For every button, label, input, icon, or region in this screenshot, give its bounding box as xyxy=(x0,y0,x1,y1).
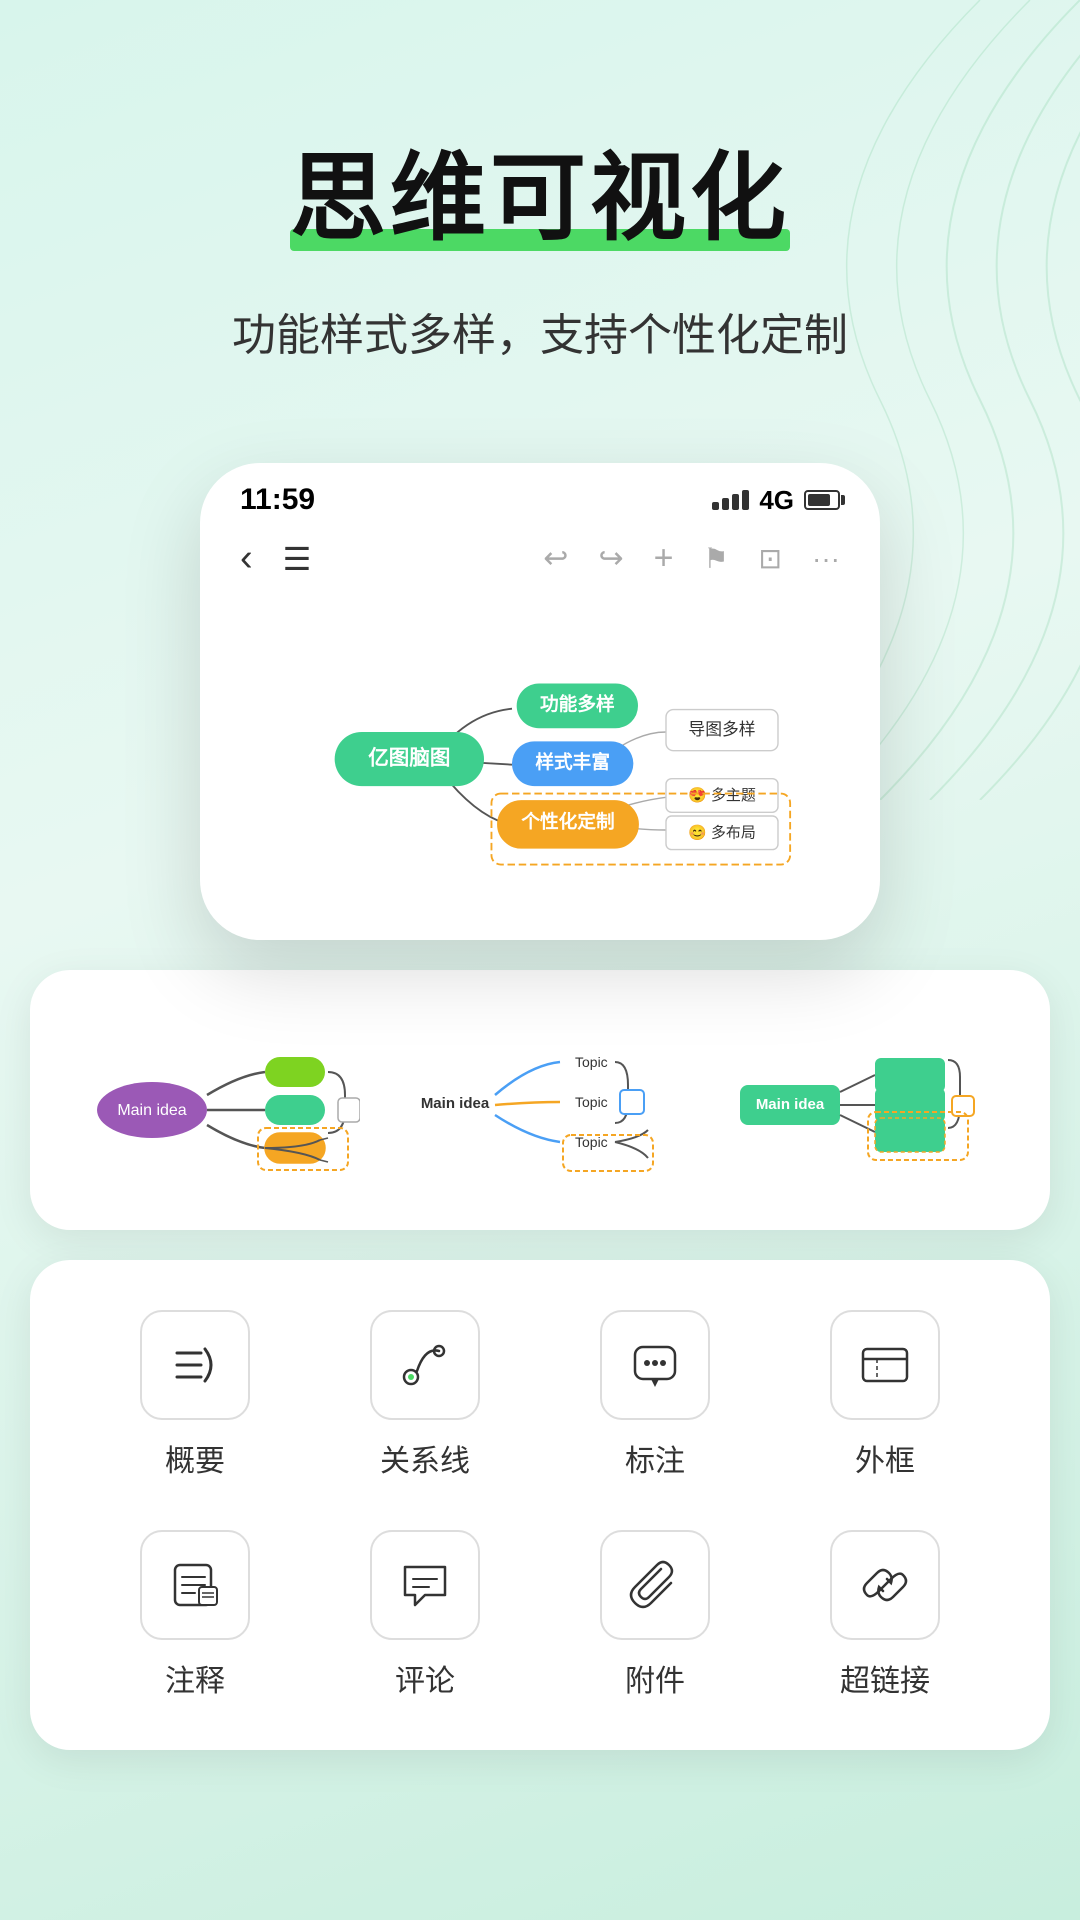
svg-text:功能多样: 功能多样 xyxy=(540,694,615,715)
status-bar: 11:59 4G xyxy=(200,463,880,527)
network-type: 4G xyxy=(759,485,794,516)
relation-label: 关系线 xyxy=(380,1436,470,1480)
feature-relation: 关系线 xyxy=(320,1310,530,1480)
hero-subtitle: 功能样式多样，支持个性化定制 xyxy=(60,299,1020,363)
feature-frame: 外框 xyxy=(780,1310,990,1480)
add-icon[interactable]: + xyxy=(654,539,674,578)
hero-section: 思维可视化 功能样式多样，支持个性化定制 xyxy=(0,0,1080,423)
template-item-1: Main idea xyxy=(70,1020,370,1180)
feature-summary: 概要 xyxy=(90,1310,300,1480)
status-right: 4G xyxy=(712,485,840,516)
templates-section: Main idea xyxy=(30,970,1050,1230)
back-button[interactable]: ‹ xyxy=(240,537,253,580)
mark-icon-box xyxy=(600,1310,710,1420)
tag-icon[interactable]: ⚑ xyxy=(703,542,728,575)
note-icon-box xyxy=(140,1530,250,1640)
menu-icon[interactable]: ☰ xyxy=(283,540,312,578)
phone-mockup: 11:59 4G ‹ ☰ ↩ ↪ + ⚑ ⊡ xyxy=(200,463,880,940)
hero-title: 思维可视化 xyxy=(290,120,790,259)
svg-text:Topic: Topic xyxy=(575,1094,608,1110)
svg-text:导图多样: 导图多样 xyxy=(688,720,755,739)
mindmap-canvas: 亿图脑图 功能多样 样式丰富 个性化定制 导图多样 😍 多主题 😊 多布 xyxy=(200,600,880,940)
save-icon[interactable]: ⊡ xyxy=(759,542,782,575)
svg-text:Main idea: Main idea xyxy=(756,1096,825,1113)
battery-icon xyxy=(804,490,840,510)
feature-mark: 标注 xyxy=(550,1310,760,1480)
features-grid: 概要 关系线 xyxy=(90,1310,990,1700)
hyperlink-icon-box xyxy=(830,1530,940,1640)
template-item-2: Main idea Topic Topic Topic xyxy=(390,1020,690,1180)
feature-comment: 评论 xyxy=(320,1530,530,1700)
summary-label: 概要 xyxy=(165,1436,225,1480)
svg-text:😍 多主题: 😍 多主题 xyxy=(688,786,756,804)
frame-icon-box xyxy=(830,1310,940,1420)
comment-label: 评论 xyxy=(395,1656,455,1700)
redo-icon[interactable]: ↪ xyxy=(598,541,623,576)
svg-text:Topic: Topic xyxy=(575,1054,608,1070)
summary-icon-box xyxy=(140,1310,250,1420)
attachment-label: 附件 xyxy=(625,1656,685,1700)
time-display: 11:59 xyxy=(240,483,315,517)
svg-text:Topic: Topic xyxy=(575,1134,608,1150)
features-section: 概要 关系线 xyxy=(30,1260,1050,1750)
more-icon[interactable]: ··· xyxy=(812,543,840,575)
phone-toolbar: ‹ ☰ ↩ ↪ + ⚑ ⊡ ··· xyxy=(200,527,880,600)
template-item-3: Main idea xyxy=(710,1020,1010,1180)
undo-icon[interactable]: ↩ xyxy=(543,541,568,576)
feature-hyperlink: 超链接 xyxy=(780,1530,990,1700)
svg-text:个性化定制: 个性化定制 xyxy=(520,811,614,832)
mark-label: 标注 xyxy=(625,1436,685,1480)
note-label: 注释 xyxy=(165,1656,225,1700)
templates-row: Main idea xyxy=(70,1020,1010,1180)
signal-icon xyxy=(712,490,749,510)
comment-icon-box xyxy=(370,1530,480,1640)
hyperlink-label: 超链接 xyxy=(840,1656,930,1700)
relation-icon-box xyxy=(370,1310,480,1420)
attachment-icon-box xyxy=(600,1530,710,1640)
frame-label: 外框 xyxy=(855,1436,915,1480)
svg-text:亿图脑图: 亿图脑图 xyxy=(368,746,450,770)
svg-text:😊 多布局: 😊 多布局 xyxy=(688,823,756,841)
svg-text:Main idea: Main idea xyxy=(117,1102,186,1119)
feature-note: 注释 xyxy=(90,1530,300,1700)
phone-section: 11:59 4G ‹ ☰ ↩ ↪ + ⚑ ⊡ xyxy=(0,423,1080,940)
svg-text:样式丰富: 样式丰富 xyxy=(535,751,610,772)
feature-attachment: 附件 xyxy=(550,1530,760,1700)
svg-text:Main idea: Main idea xyxy=(421,1095,490,1112)
